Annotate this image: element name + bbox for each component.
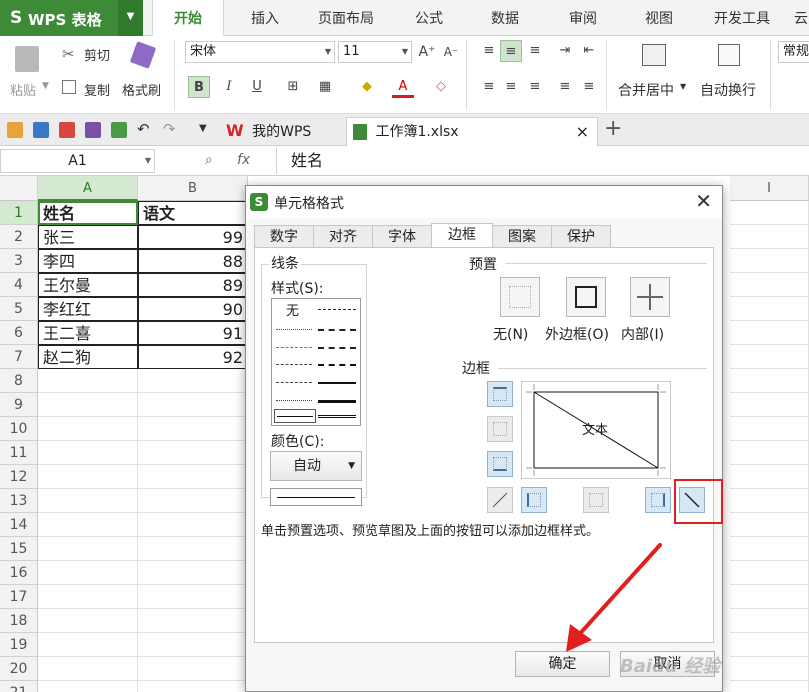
annotation-arrow-icon: [566, 543, 662, 652]
watermark: Baidu 经验: [620, 656, 721, 677]
